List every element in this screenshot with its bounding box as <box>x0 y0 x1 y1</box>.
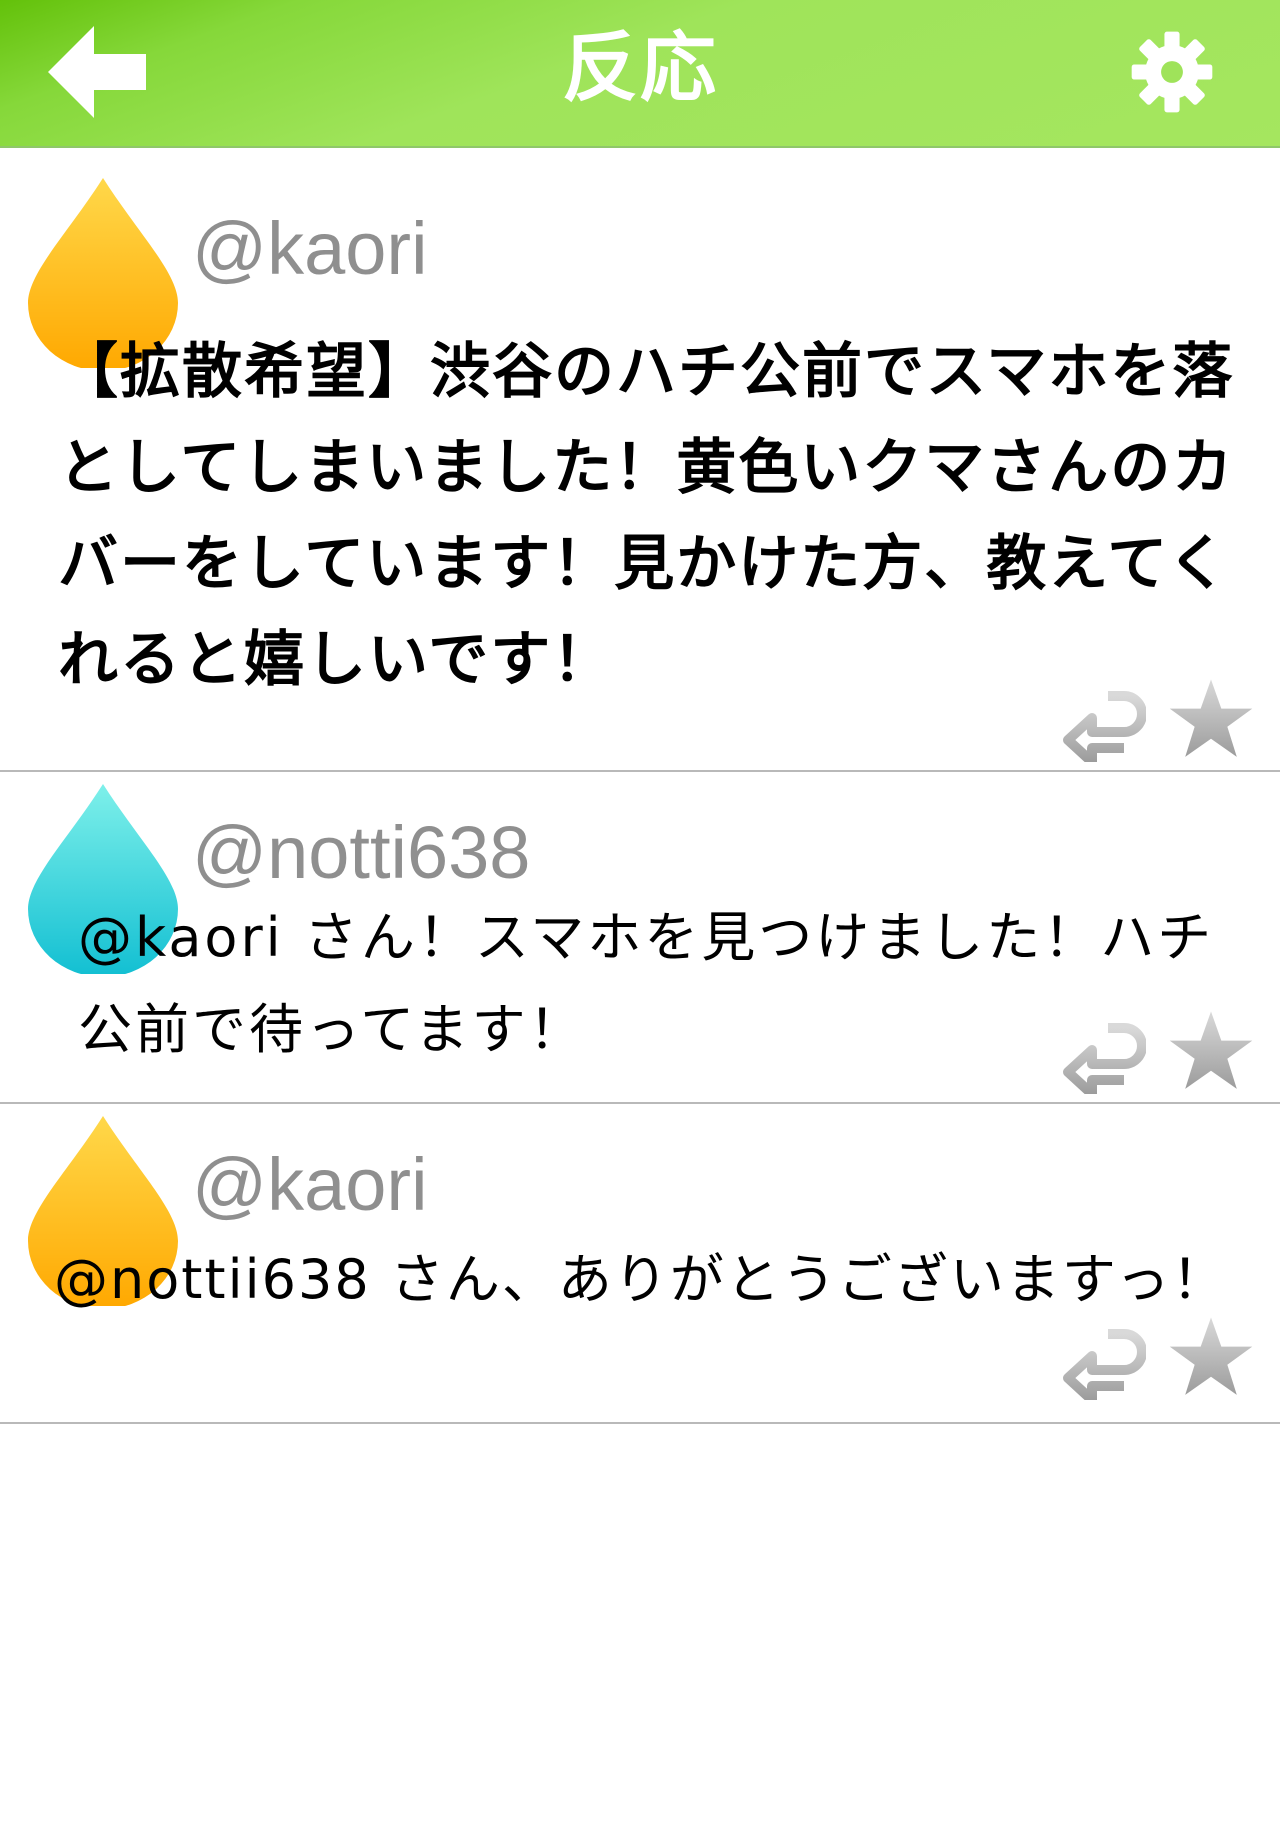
favorite-button[interactable] <box>1168 676 1254 762</box>
reply-icon <box>1063 691 1147 767</box>
favorite-button[interactable] <box>1168 1314 1254 1400</box>
post-item[interactable]: @kaori 【拡散希望】渋谷のハチ公前でスマホを落としてしまいました！黄色いク… <box>0 148 1280 772</box>
post-item[interactable]: @kaori @nottii638 さん、ありがとうございますっ！ <box>0 1104 1280 1424</box>
reply-button[interactable] <box>1062 1328 1147 1405</box>
post-username[interactable]: @kaori <box>192 1140 428 1230</box>
reply-button[interactable] <box>1062 1022 1147 1099</box>
settings-button[interactable] <box>1130 30 1214 114</box>
star-icon <box>1169 679 1253 757</box>
reply-button[interactable] <box>1062 690 1147 767</box>
post-text: @nottii638 さん、ありがとうございますっ！ <box>54 1248 1228 1311</box>
post-username[interactable]: @notti638 <box>192 808 530 898</box>
reply-icon <box>1063 1329 1147 1405</box>
post-username[interactable]: @kaori <box>192 204 428 294</box>
post-item[interactable]: @notti638 @kaori さん！スマホを見つけました！ハチ公前で待ってま… <box>0 772 1280 1104</box>
favorite-button[interactable] <box>1168 1008 1254 1094</box>
gear-icon <box>1131 31 1213 113</box>
star-icon <box>1169 1317 1253 1395</box>
page-title: 反応 <box>562 23 718 112</box>
reply-icon <box>1063 1023 1147 1099</box>
navigation-bar: 反応 <box>0 0 1280 148</box>
app-screen: 反応 @kaori 【拡散希望】渋谷のハチ公前でスマホを落としてしまいました！黄… <box>0 0 1280 1840</box>
post-text: 【拡散希望】渋谷のハチ公前でスマホを落としてしまいました！黄色いクマさんのカバー… <box>58 337 1235 695</box>
star-icon <box>1169 1011 1253 1089</box>
